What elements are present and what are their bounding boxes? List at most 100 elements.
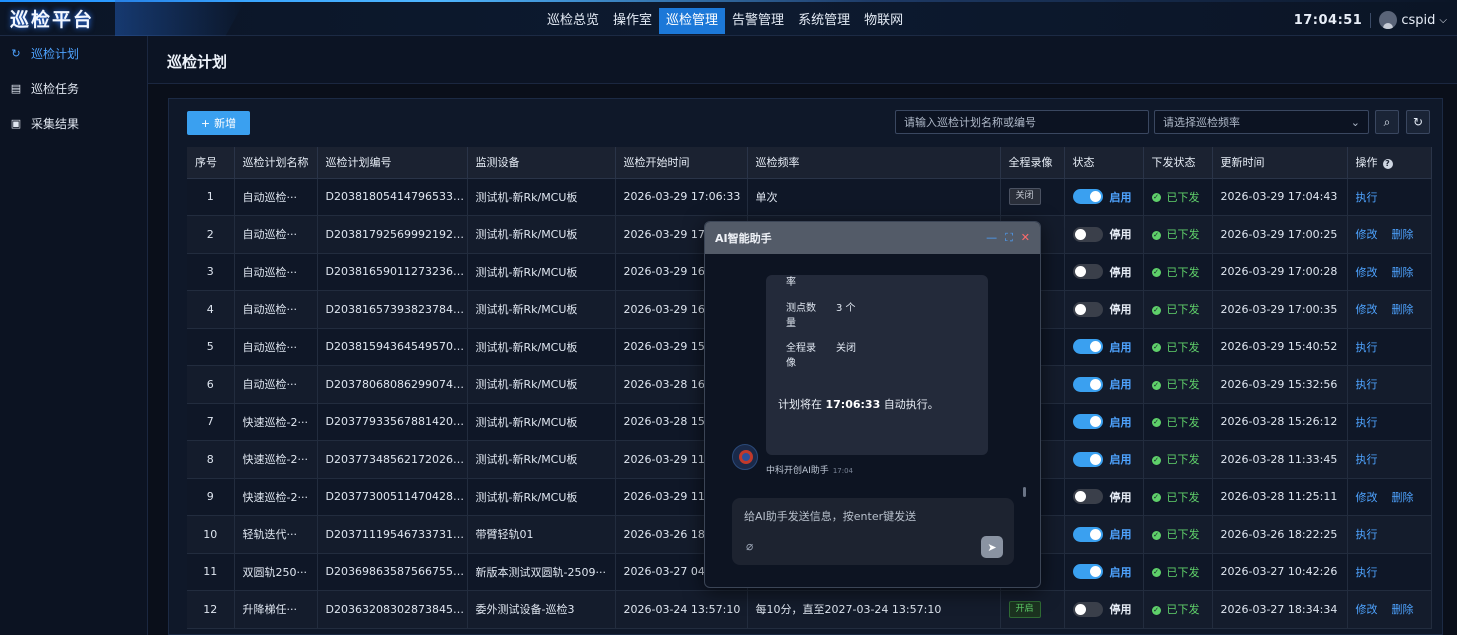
- state-toggle[interactable]: [1072, 601, 1103, 617]
- edit-button[interactable]: 修改: [1356, 266, 1378, 279]
- execute-button[interactable]: 执行: [1356, 528, 1378, 541]
- send-button[interactable]: ➤: [981, 536, 1003, 558]
- maximize-icon[interactable]: ⛶: [1005, 231, 1013, 245]
- cell-state: 启用: [1064, 365, 1144, 404]
- cell-plan-name: 双圆轨250···: [234, 553, 318, 591]
- chat-scrollbar[interactable]: [1023, 487, 1026, 497]
- state-toggle[interactable]: [1072, 264, 1103, 280]
- nav-item[interactable]: 物联网: [857, 8, 910, 34]
- state-toggle[interactable]: [1072, 489, 1103, 505]
- column-header-label: 巡检计划编号: [325, 156, 392, 170]
- dispatch-status-label: 已下发: [1166, 228, 1200, 242]
- state-toggle[interactable]: [1072, 526, 1103, 542]
- search-input[interactable]: [895, 110, 1149, 134]
- check-circle-icon: ✓: [1151, 193, 1161, 203]
- cell-updated-time: 2026-03-29 17:00:25: [1212, 215, 1348, 254]
- ai-message-input[interactable]: [744, 508, 984, 528]
- dispatch-status-label: 已下发: [1166, 565, 1200, 579]
- cell-state: 停用: [1064, 590, 1144, 629]
- edit-button[interactable]: 修改: [1356, 228, 1378, 241]
- delete-button[interactable]: 删除: [1392, 303, 1414, 316]
- dispatch-status: ✓ 已下发: [1151, 603, 1200, 616]
- cell-dispatch-status: ✓ 已下发: [1143, 478, 1213, 516]
- execute-button[interactable]: 执行: [1356, 341, 1378, 354]
- cell-state: 启用: [1064, 403, 1144, 441]
- check-circle-icon: ✓: [1151, 305, 1161, 315]
- state-toggle[interactable]: [1072, 414, 1103, 430]
- cell-dispatch-status: ✓ 已下发: [1143, 440, 1213, 479]
- delete-button[interactable]: 删除: [1392, 491, 1414, 504]
- close-icon[interactable]: ✕: [1021, 231, 1030, 245]
- state-label: 停用: [1109, 303, 1132, 317]
- cell-updated-time: 2026-03-29 17:00:28: [1212, 253, 1348, 291]
- edit-button[interactable]: 修改: [1356, 303, 1378, 316]
- state-toggle[interactable]: [1072, 376, 1103, 392]
- cell-state: 停用: [1064, 290, 1144, 329]
- check-circle-icon: ✓: [1151, 530, 1161, 540]
- ai-assistant-dialog: AI智能助手 — ⛶ ✕ 率 测点数量 3 个 全程录像 关闭 计划将在 17:06…: [704, 221, 1041, 588]
- sidebar-item[interactable]: ▤ 巡检任务: [0, 71, 147, 106]
- ai-input-box: ⌀ ➤: [732, 498, 1014, 565]
- state-label: 停用: [1109, 490, 1132, 504]
- edit-button[interactable]: 修改: [1356, 491, 1378, 504]
- execute-button[interactable]: 执行: [1356, 416, 1378, 429]
- refresh-button[interactable]: ↻: [1406, 110, 1430, 134]
- nav-item[interactable]: 巡检总览: [540, 8, 606, 34]
- column-header: 操作?: [1347, 147, 1432, 179]
- ai-dialog-controls: — ⛶ ✕: [986, 231, 1030, 245]
- dispatch-status: ✓ 已下发: [1151, 378, 1200, 391]
- state-toggle[interactable]: [1072, 339, 1103, 355]
- cell-updated-time: 2026-03-29 17:00:35: [1212, 290, 1348, 329]
- dispatch-status-label: 已下发: [1166, 453, 1200, 467]
- execute-button[interactable]: 执行: [1356, 453, 1378, 466]
- help-icon[interactable]: ?: [1382, 159, 1393, 170]
- minimize-icon[interactable]: —: [986, 231, 997, 245]
- cell-device: 测试机-新Rk/MCU板: [467, 365, 616, 404]
- table-row: 12 升降梯任··· D2036320830287384576 委外测试设备-巡检3 2…: [187, 590, 1432, 629]
- cell-actions: 修改 删除: [1347, 478, 1432, 516]
- state-toggle[interactable]: [1072, 189, 1103, 205]
- sidebar-item[interactable]: ↻ 巡检计划: [0, 36, 147, 71]
- delete-button[interactable]: 删除: [1392, 266, 1414, 279]
- state-toggle[interactable]: [1072, 301, 1103, 317]
- cell-index: 12: [187, 590, 235, 629]
- execute-button[interactable]: 执行: [1356, 378, 1378, 391]
- cell-device: 新版本测试双圆轨-2509···: [467, 553, 616, 591]
- search-button[interactable]: ⌕: [1375, 110, 1399, 134]
- delete-button[interactable]: 删除: [1392, 603, 1414, 616]
- edit-button[interactable]: 修改: [1356, 603, 1378, 616]
- attachment-icon[interactable]: ⌀: [746, 539, 753, 553]
- state-toggle[interactable]: [1072, 564, 1103, 580]
- nav-item[interactable]: 巡检管理: [659, 8, 726, 34]
- cell-plan-code: D2037793356788142080: [317, 403, 468, 441]
- cell-recording: 关闭: [1000, 178, 1065, 216]
- cell-plan-name: 快速巡检-2···: [234, 403, 318, 441]
- state-toggle[interactable]: [1072, 451, 1103, 467]
- dispatch-status: ✓ 已下发: [1151, 191, 1200, 204]
- frequency-select[interactable]: 请选择巡检频率 ⌄: [1154, 110, 1369, 134]
- dispatch-status-label: 已下发: [1166, 340, 1200, 354]
- clock: 17:04:51: [1294, 12, 1372, 28]
- cell-plan-name: 自动巡检···: [234, 290, 318, 329]
- nav-item[interactable]: 系统管理: [791, 8, 857, 34]
- ai-foot-prefix: 计划将在: [778, 398, 826, 411]
- execute-button[interactable]: 执行: [1356, 566, 1378, 579]
- user-avatar-icon: [1379, 11, 1398, 29]
- nav-item[interactable]: 告警管理: [725, 8, 791, 34]
- state-toggle[interactable]: [1072, 226, 1103, 242]
- check-circle-icon: ✓: [1151, 268, 1161, 278]
- cell-start-time: 2026-03-29 17:06:33: [615, 178, 748, 216]
- nav-item[interactable]: 操作室: [606, 8, 659, 34]
- column-header-label: 监测设备: [475, 156, 520, 170]
- user-menu[interactable]: cspid ⌵: [1379, 11, 1447, 29]
- add-button[interactable]: + 新增: [187, 111, 250, 135]
- execute-button[interactable]: 执行: [1356, 191, 1378, 204]
- delete-button[interactable]: 删除: [1392, 228, 1414, 241]
- cell-actions: 执行: [1347, 328, 1432, 366]
- sidebar-item[interactable]: ▣ 采集结果: [0, 106, 147, 141]
- cell-actions: 执行: [1347, 403, 1432, 441]
- dispatch-status: ✓ 已下发: [1151, 416, 1200, 429]
- page-title: 巡检计划: [167, 53, 228, 71]
- cell-actions: 修改 删除: [1347, 290, 1432, 329]
- check-circle-icon: ✓: [1151, 380, 1161, 390]
